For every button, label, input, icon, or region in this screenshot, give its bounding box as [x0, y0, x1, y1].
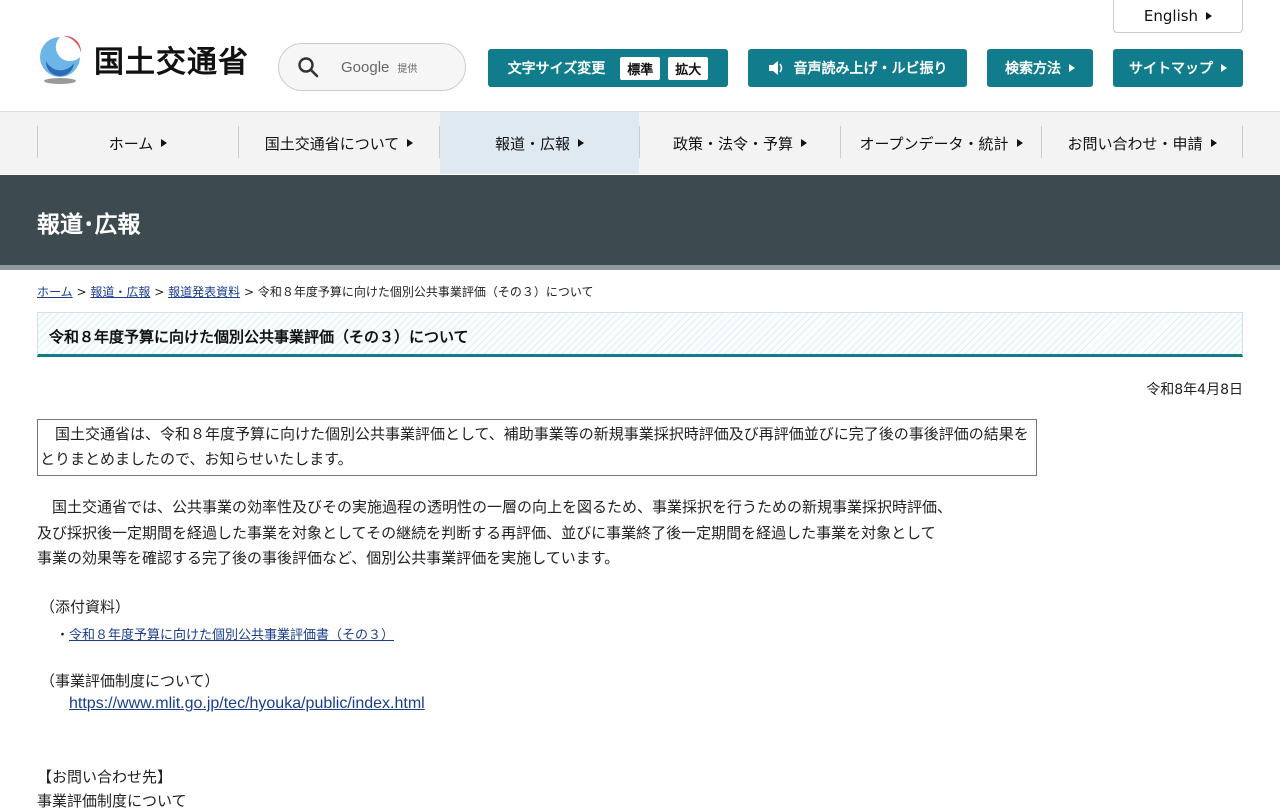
text-size-control: 文字サイズ変更 標準 拡大	[488, 49, 728, 87]
sitemap-label: サイトマップ	[1129, 61, 1213, 77]
system-url-link[interactable]: https://www.mlit.go.jp/tec/hyouka/public…	[69, 695, 425, 713]
arrow-right-icon	[1016, 139, 1023, 147]
breadcrumb-separator: >	[243, 285, 254, 299]
attachments-label: （添付資料）	[40, 598, 131, 616]
nav-item-label: お問い合わせ・申請	[1067, 134, 1203, 153]
summary-box: 国土交通省は、令和８年度予算に向けた個別公共事業評価として、補助事業等の新規事業…	[37, 419, 1037, 476]
breadcrumb-separator: >	[154, 285, 165, 299]
attachment-link[interactable]: 令和８年度予算に向けた個別公共事業評価書（その３）	[69, 628, 394, 643]
nav-item-label: 報道・広報	[494, 134, 570, 153]
site-logo[interactable]: 国土交通省	[36, 33, 249, 85]
mlit-logo-icon	[36, 33, 84, 85]
nav-divider	[1242, 126, 1243, 158]
body-paragraph: 国土交通省では、公共事業の効率性及びその実施過程の透明性の一層の向上を図るため、…	[37, 495, 1037, 572]
breadcrumb-press-link[interactable]: 報道・広報	[90, 285, 150, 299]
arrow-right-icon	[1206, 12, 1213, 20]
arrow-right-icon	[801, 139, 807, 147]
breadcrumb-separator: >	[76, 285, 87, 299]
arrow-right-icon	[407, 139, 414, 147]
sitemap-button[interactable]: サイトマップ	[1113, 49, 1243, 87]
breadcrumb-home-link[interactable]: ホーム	[37, 285, 73, 299]
banner-divider	[0, 265, 1280, 270]
nav-item-contact[interactable]: お問い合わせ・申請	[1042, 112, 1242, 174]
search-icon	[298, 57, 319, 78]
english-label: English	[1143, 7, 1199, 25]
nav-item-opendata[interactable]: オープンデータ・統計	[841, 112, 1041, 174]
text-size-label: 文字サイズ変更	[507, 61, 606, 77]
nav-item-home[interactable]: ホーム	[38, 112, 238, 174]
search-method-label: 検索方法	[1005, 61, 1061, 77]
arrow-right-icon	[578, 139, 584, 147]
search-method-button[interactable]: 検索方法	[987, 49, 1093, 87]
arrow-right-icon	[1069, 64, 1075, 72]
speaker-icon	[768, 61, 782, 75]
arrow-right-icon	[1221, 64, 1227, 72]
contact-label: 【お問い合わせ先】	[37, 768, 173, 786]
site-header: 国土交通省 Google 提供 English 文字サイズ変更 標準 拡大 音声…	[0, 0, 1280, 112]
nav-item-policy[interactable]: 政策・法令・予算	[640, 112, 840, 174]
publish-date: 令和8年4月8日	[1146, 382, 1243, 398]
search-provider-label: Google	[341, 58, 390, 76]
body-line: 国土交通省では、公共事業の効率性及びその実施過程の透明性の一層の向上を図るため、…	[37, 498, 953, 516]
breadcrumb: ホーム > 報道・広報 > 報道発表資料 > 令和８年度予算に向けた個別公共事業…	[37, 283, 593, 300]
nav-item-press[interactable]: 報道・広報	[440, 112, 639, 174]
nav-item-label: 政策・法令・予算	[672, 134, 793, 153]
search-provider-sublabel: 提供	[397, 63, 418, 75]
bullet: ・	[56, 628, 70, 643]
site-search-box[interactable]: Google 提供	[278, 43, 466, 91]
breadcrumb-current: 令和８年度予算に向けた個別公共事業評価（その３）について	[257, 285, 594, 299]
nav-item-label: 国土交通省について	[264, 134, 400, 153]
nav-item-label: ホーム	[108, 134, 154, 153]
voice-ruby-label: 音声読み上げ・ルビ振り	[793, 61, 948, 77]
text-size-large-button[interactable]: 拡大	[668, 56, 709, 80]
system-label: （事業評価制度について）	[40, 672, 220, 690]
body-line: 事業の効果等を確認する完了後の事後評価など、個別公共事業評価を実施しています。	[37, 549, 620, 567]
contact-subject: 事業評価制度について	[37, 792, 187, 810]
breadcrumb-releases-link[interactable]: 報道発表資料	[168, 285, 240, 299]
nav-item-about[interactable]: 国土交通省について	[239, 112, 439, 174]
section-banner: 報道･広報	[0, 175, 1280, 265]
arrow-right-icon	[1210, 139, 1217, 147]
text-size-standard-button[interactable]: 標準	[620, 56, 661, 80]
body-line: 及び採択後一定期間を経過した事業を対象としてその継続を判断する再評価、並びに事業…	[37, 523, 936, 542]
nav-item-label: オープンデータ・統計	[859, 134, 1009, 153]
attachment-item: ・令和８年度予算に向けた個別公共事業評価書（その３）	[56, 624, 394, 643]
section-title: 報道･広報	[37, 212, 141, 238]
site-title: 国土交通省	[94, 45, 249, 80]
arrow-right-icon	[161, 139, 168, 147]
page-title: 令和８年度予算に向けた個別公共事業評価（その３）について	[49, 328, 469, 346]
english-button[interactable]: English	[1113, 0, 1243, 33]
global-nav: ホーム 国土交通省について 報道・広報 政策・法令・予算 オープンデータ・統計 …	[0, 112, 1280, 174]
voice-ruby-button[interactable]: 音声読み上げ・ルビ振り	[748, 49, 967, 87]
page-heading-box: 令和８年度予算に向けた個別公共事業評価（その３）について	[37, 312, 1243, 357]
